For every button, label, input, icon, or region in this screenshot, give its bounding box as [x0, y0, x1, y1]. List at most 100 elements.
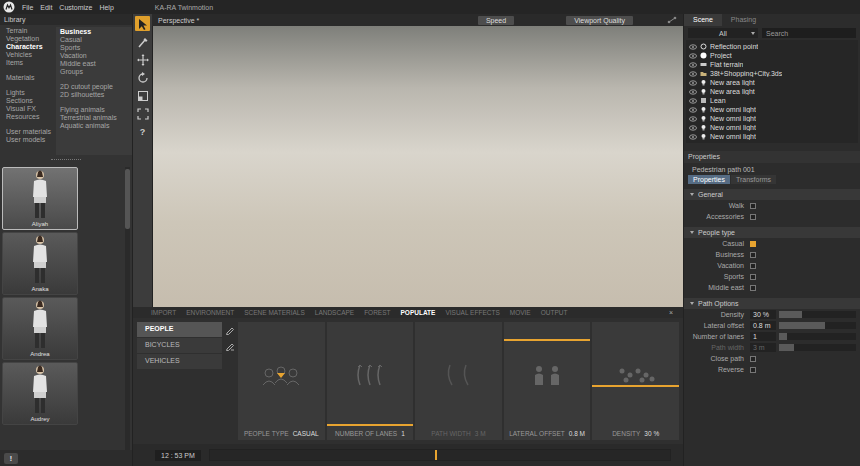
- parameter-graphic[interactable]: [592, 322, 679, 428]
- subcategory-item[interactable]: Groups: [60, 68, 132, 76]
- subcategory-item[interactable]: Sports: [60, 44, 132, 52]
- tree-row[interactable]: New area light: [686, 78, 858, 87]
- checkbox[interactable]: [750, 203, 756, 209]
- checkbox[interactable]: [750, 214, 756, 220]
- eye-icon[interactable]: [689, 125, 697, 131]
- populate-category[interactable]: PEOPLE: [137, 322, 222, 337]
- populate-category[interactable]: VEHICLES: [137, 354, 222, 369]
- character-card[interactable]: Audrey: [2, 362, 78, 425]
- category-item[interactable]: Visual FX: [6, 105, 56, 113]
- subcategory-item[interactable]: 2D silhouettes: [60, 91, 132, 99]
- parameter-graphic[interactable]: [238, 322, 325, 428]
- parameter-level[interactable]: [504, 339, 591, 341]
- checkbox-control[interactable]: [750, 214, 856, 220]
- parameter-card[interactable]: LATERAL OFFSET0.8 M: [504, 322, 591, 440]
- app-logo-icon[interactable]: [3, 1, 15, 13]
- checkbox[interactable]: [750, 241, 756, 247]
- parameter-graphic[interactable]: [415, 322, 502, 428]
- fit-tool[interactable]: [135, 106, 150, 121]
- slider-value[interactable]: 1: [750, 332, 776, 341]
- eye-icon[interactable]: [689, 107, 697, 113]
- timeline-marker[interactable]: [435, 450, 437, 460]
- character-card[interactable]: Aliyah: [2, 167, 78, 230]
- slider-track[interactable]: [779, 333, 856, 340]
- parameter-card[interactable]: PATH WIDTH3 M: [415, 322, 502, 440]
- character-card[interactable]: Andrea: [2, 297, 78, 360]
- category-item[interactable]: Items: [6, 59, 56, 67]
- tree-row[interactable]: New omni light: [686, 114, 858, 123]
- category-item[interactable]: Vegetation: [6, 35, 56, 43]
- module-tab[interactable]: MOVIE: [510, 309, 531, 316]
- module-tab[interactable]: LANDSCAPE: [315, 309, 354, 316]
- choice-marker-icon[interactable]: [277, 373, 285, 378]
- eye-icon[interactable]: [689, 53, 697, 59]
- rotate-tool[interactable]: [135, 70, 150, 85]
- checkbox-control[interactable]: [750, 263, 856, 269]
- slider-control[interactable]: 3 m: [750, 343, 856, 352]
- category-item[interactable]: Vehicles: [6, 51, 56, 59]
- character-card[interactable]: Anaka: [2, 232, 78, 295]
- category-item[interactable]: Materials: [6, 74, 56, 82]
- checkbox-control[interactable]: [750, 274, 856, 280]
- module-tab[interactable]: VISUAL EFFECTS: [445, 309, 499, 316]
- eye-icon[interactable]: [689, 89, 697, 95]
- link-icon[interactable]: [667, 16, 677, 24]
- checkbox[interactable]: [750, 252, 756, 258]
- parameter-level[interactable]: [327, 424, 414, 426]
- menu-item[interactable]: File: [22, 4, 33, 11]
- checkbox-control[interactable]: [750, 252, 856, 258]
- slider-control[interactable]: 30 %: [750, 310, 856, 319]
- properties-tab[interactable]: Transforms: [731, 175, 776, 184]
- eye-icon[interactable]: [689, 134, 697, 140]
- time-display[interactable]: 12 : 53 PM: [155, 450, 201, 461]
- category-item[interactable]: User models: [6, 136, 56, 144]
- module-tab[interactable]: POPULATE: [401, 309, 436, 316]
- eye-icon[interactable]: [689, 62, 697, 68]
- category-item[interactable]: Lights: [6, 89, 56, 97]
- slider-track[interactable]: [779, 344, 856, 351]
- subcategory-item[interactable]: Aquatic animals: [60, 122, 132, 130]
- checkbox-control[interactable]: [750, 203, 856, 209]
- timeline-track[interactable]: [209, 449, 671, 461]
- checkbox[interactable]: [750, 285, 756, 291]
- move-tool[interactable]: [135, 52, 150, 67]
- category-item[interactable]: Resources: [6, 113, 56, 121]
- parameter-graphic[interactable]: [504, 322, 591, 428]
- module-tab[interactable]: FOREST: [364, 309, 390, 316]
- checkbox-control[interactable]: [750, 241, 856, 247]
- checkbox-control[interactable]: [750, 367, 856, 373]
- eye-icon[interactable]: [689, 44, 697, 50]
- parameter-graphic[interactable]: [327, 322, 414, 428]
- subcategory-item[interactable]: Flying animals: [60, 106, 132, 114]
- parameter-card[interactable]: NUMBER OF LANES1: [327, 322, 414, 440]
- subcategory-item[interactable]: Casual: [60, 36, 132, 44]
- panel-splitter[interactable]: [0, 155, 132, 165]
- tree-row[interactable]: New omni light: [686, 105, 858, 114]
- pencil-path-icon[interactable]: [225, 341, 235, 351]
- filter-dropdown[interactable]: All: [688, 28, 758, 38]
- eye-icon[interactable]: [689, 71, 697, 77]
- category-item[interactable]: Characters: [6, 43, 56, 51]
- slider-value[interactable]: 30 %: [750, 310, 776, 319]
- category-item[interactable]: User materials: [6, 128, 56, 136]
- scroll-thumb[interactable]: [125, 169, 130, 229]
- menu-item[interactable]: Customize: [59, 4, 92, 11]
- pencil-icon[interactable]: [225, 325, 235, 335]
- module-tab[interactable]: SCENE MATERIALS: [244, 309, 305, 316]
- checkbox-control[interactable]: [750, 285, 856, 291]
- tree-row[interactable]: Project: [686, 51, 858, 60]
- close-panel-button[interactable]: ×: [669, 309, 673, 316]
- slider-control[interactable]: 0.8 m: [750, 321, 856, 330]
- alert-button[interactable]: !: [4, 453, 18, 464]
- select-tool[interactable]: [135, 16, 150, 31]
- module-tab[interactable]: OUTPUT: [541, 309, 568, 316]
- tree-row[interactable]: New omni light: [686, 132, 858, 141]
- tree-row[interactable]: Reflection point: [686, 42, 858, 51]
- camera-selector[interactable]: Perspective *: [158, 17, 199, 24]
- menu-item[interactable]: Help: [99, 4, 113, 11]
- viewport-button[interactable]: Speed: [478, 16, 514, 25]
- tree-row[interactable]: 38t+Shopping+City.3ds: [686, 69, 858, 78]
- tree-row[interactable]: Flat terrain: [686, 60, 858, 69]
- tree-row[interactable]: New area light: [686, 87, 858, 96]
- section-header[interactable]: Path Options: [684, 298, 860, 309]
